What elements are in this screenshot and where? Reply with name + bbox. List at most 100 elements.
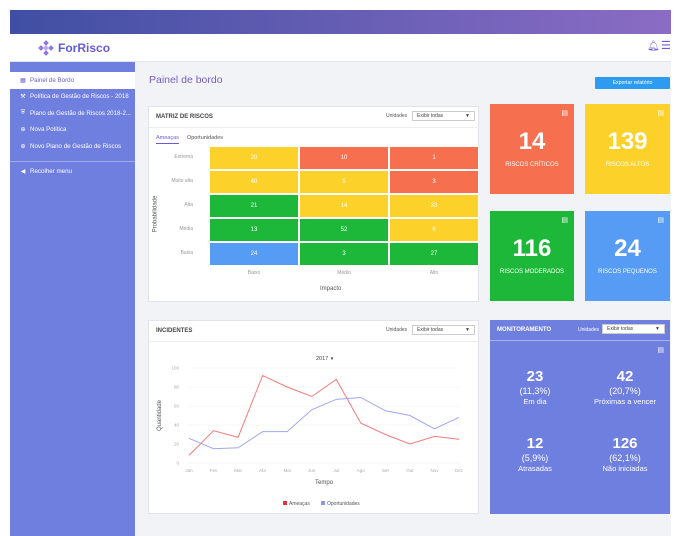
bar-chart-icon: ▤ [561, 217, 568, 224]
sidebar-item-painel[interactable]: ▦ Painel de Bordo [10, 72, 135, 89]
row-label: Muito alta [171, 178, 193, 184]
risk-matrix-title: MATRIZ DE RISCOS [156, 114, 213, 120]
monitoring-value: 12 [526, 435, 544, 452]
card-divider [149, 127, 480, 128]
stat-value: 24 [614, 235, 641, 262]
incidents-card: INCIDENTES Unidades Exibir todas ▼ 2017 ▼… [148, 320, 480, 514]
tab-oportunidades[interactable]: Oportunidades [187, 135, 223, 144]
sidebar-item-plano-2018[interactable]: ⛨ Plano de Gestão de Riscos 2018-2... [10, 105, 135, 122]
main-content: Painel de bordo Exportar relatório MATRI… [135, 62, 671, 536]
stat-card-pequenos[interactable]: ▤ 24 RISCOS PEQUENOS [585, 211, 670, 301]
y-tick-label: 0 [176, 461, 179, 466]
x-tick-label: Abr [259, 468, 267, 473]
monitoring-label: Atrasadas [518, 464, 552, 473]
x-tick-label: Jun [308, 468, 316, 473]
units-label: Unidades [386, 113, 408, 119]
sidebar-item-novo-plano[interactable]: ⊕ Novo Plano de Gestão de Riscos [10, 138, 135, 155]
stat-label: RISCOS MODERADOS [499, 269, 564, 275]
hamburger-icon[interactable]: ☰ [661, 39, 671, 52]
matrix-cell[interactable]: 40 [209, 170, 299, 194]
bar-chart-icon: ▤ [657, 217, 664, 224]
matrix-cell[interactable]: 33 [389, 194, 479, 218]
sidebar-item-politica-2018[interactable]: ⚒ Política de Gestão de Riscos - 2018 [10, 89, 135, 106]
x-tick-label: Mai [284, 468, 291, 473]
x-tick-label: Fev [210, 468, 218, 473]
bell-icon[interactable]: 🔔︎ [647, 41, 660, 52]
stat-card-altos[interactable]: ▤ 139 RISCOS ALTOS [585, 104, 670, 194]
stat-label: RISCOS ALTOS [605, 162, 650, 168]
logo-text-risco: Risco [77, 41, 111, 55]
row-label: Alta [184, 202, 193, 208]
monitoring-percent: (5,9%) [521, 453, 549, 463]
matrix-cell[interactable]: 24 [209, 242, 299, 266]
monitoring-label: Em dia [523, 397, 547, 406]
matrix-cell[interactable]: 1 [389, 146, 479, 170]
matrix-cell[interactable]: 20 [209, 146, 299, 170]
y-tick-label: 60 [174, 404, 180, 409]
monitoring-nao-iniciadas[interactable]: 126 (62,1%) Não iniciadas [580, 435, 670, 473]
monitoring-value: 23 [526, 368, 544, 385]
export-report-button[interactable]: Exportar relatório [595, 77, 670, 89]
sidebar-item-label: Plano de Gestão de Riscos 2018-2... [30, 109, 132, 117]
y-tick-label: 100 [171, 366, 179, 371]
units-label: Unidades [578, 327, 600, 333]
x-tick-label: Dez [455, 468, 464, 473]
units-select-value: Exibir todas [417, 113, 444, 119]
stat-card-criticos[interactable]: ▤ 14 RISCOS CRÍTICOS [490, 104, 574, 194]
incidents-line-chart: 0 20 40 60 80 100 Jan Fev Mar Abr Mai Jun Jul Ago Set O… [157, 366, 464, 507]
sidebar-collapse-button[interactable]: ◀ Recolher menu [10, 164, 135, 181]
bar-chart-icon[interactable]: ▤ [657, 346, 664, 354]
monitoring-proximas[interactable]: 42 (20,7%) Próximas a vencer [580, 368, 670, 406]
x-tick-label: Ago [357, 468, 366, 473]
matrix-cell[interactable]: 6 [389, 218, 479, 242]
matrix-cell[interactable]: 10 [299, 146, 389, 170]
matrix-cell[interactable]: 3 [389, 170, 479, 194]
matrix-cell[interactable]: 13 [209, 218, 299, 242]
col-label: Baixo [247, 270, 261, 276]
sidebar-item-nova-politica[interactable]: ⊕ Nova Política [10, 122, 135, 139]
units-select[interactable]: Exibir todas ▼ [602, 324, 665, 334]
y-tick-label: 20 [174, 442, 180, 447]
monitoring-em-dia[interactable]: 23 (11,3%) Em dia [490, 368, 580, 406]
monitoring-percent: (20,7%) [609, 386, 641, 396]
page-title: Painel de bordo [149, 74, 223, 86]
x-tick-label: Mar [234, 468, 242, 473]
legend-swatch [283, 501, 287, 505]
row-label: Baixa [180, 250, 193, 256]
sidebar-item-label: Novo Plano de Gestão de Riscos [30, 142, 122, 150]
sidebar-item-label: Política de Gestão de Riscos - 2018 [30, 93, 129, 101]
arrow-left-circle-icon: ◀ [20, 169, 26, 176]
units-select[interactable]: Exibir todas ▼ [412, 111, 475, 121]
plus-circle-icon: ⊕ [20, 127, 26, 134]
matrix-cell[interactable]: 27 [389, 242, 479, 266]
legend-label: Oportunidades [327, 501, 360, 507]
legend-swatch [321, 501, 325, 505]
dashboard-icon: ▦ [20, 77, 26, 84]
x-tick-label: Jan [185, 468, 193, 473]
x-tick-label: Nov [430, 468, 439, 473]
legend-label: Ameaças [289, 501, 310, 507]
monitoring-value: 42 [616, 368, 634, 385]
monitoring-atrasadas[interactable]: 12 (5,9%) Atrasadas [490, 435, 580, 473]
sidebar-item-label: Painel de Bordo [30, 76, 75, 84]
matrix-cell[interactable]: 5 [299, 170, 389, 194]
shield-icon: ⛨ [20, 109, 26, 116]
monitoring-percent: (62,1%) [609, 453, 641, 463]
stat-value: 116 [512, 235, 552, 262]
row-label: Média [179, 226, 193, 232]
monitoring-label: Próximas a vencer [593, 397, 657, 406]
monitoring-title: MONITORAMENTO [497, 327, 552, 333]
matrix-cell[interactable]: 21 [209, 194, 299, 218]
tab-ameacas[interactable]: Ameaças [156, 135, 179, 144]
matrix-cell[interactable]: 52 [299, 218, 389, 242]
monitoring-percent: (11,3%) [519, 386, 551, 396]
y-axis-title: Probabilidade [152, 195, 159, 233]
logo-icon [38, 40, 54, 56]
x-tick-label: Set [382, 468, 390, 473]
app-logo[interactable]: ForRisco [38, 40, 110, 56]
stat-card-moderados[interactable]: ▤ 116 RISCOS MODERADOS [490, 211, 574, 301]
matrix-cell[interactable]: 3 [299, 242, 389, 266]
matrix-cell[interactable]: 14 [299, 194, 389, 218]
series-line [188, 374, 460, 456]
gavel-icon: ⚒ [20, 94, 26, 101]
